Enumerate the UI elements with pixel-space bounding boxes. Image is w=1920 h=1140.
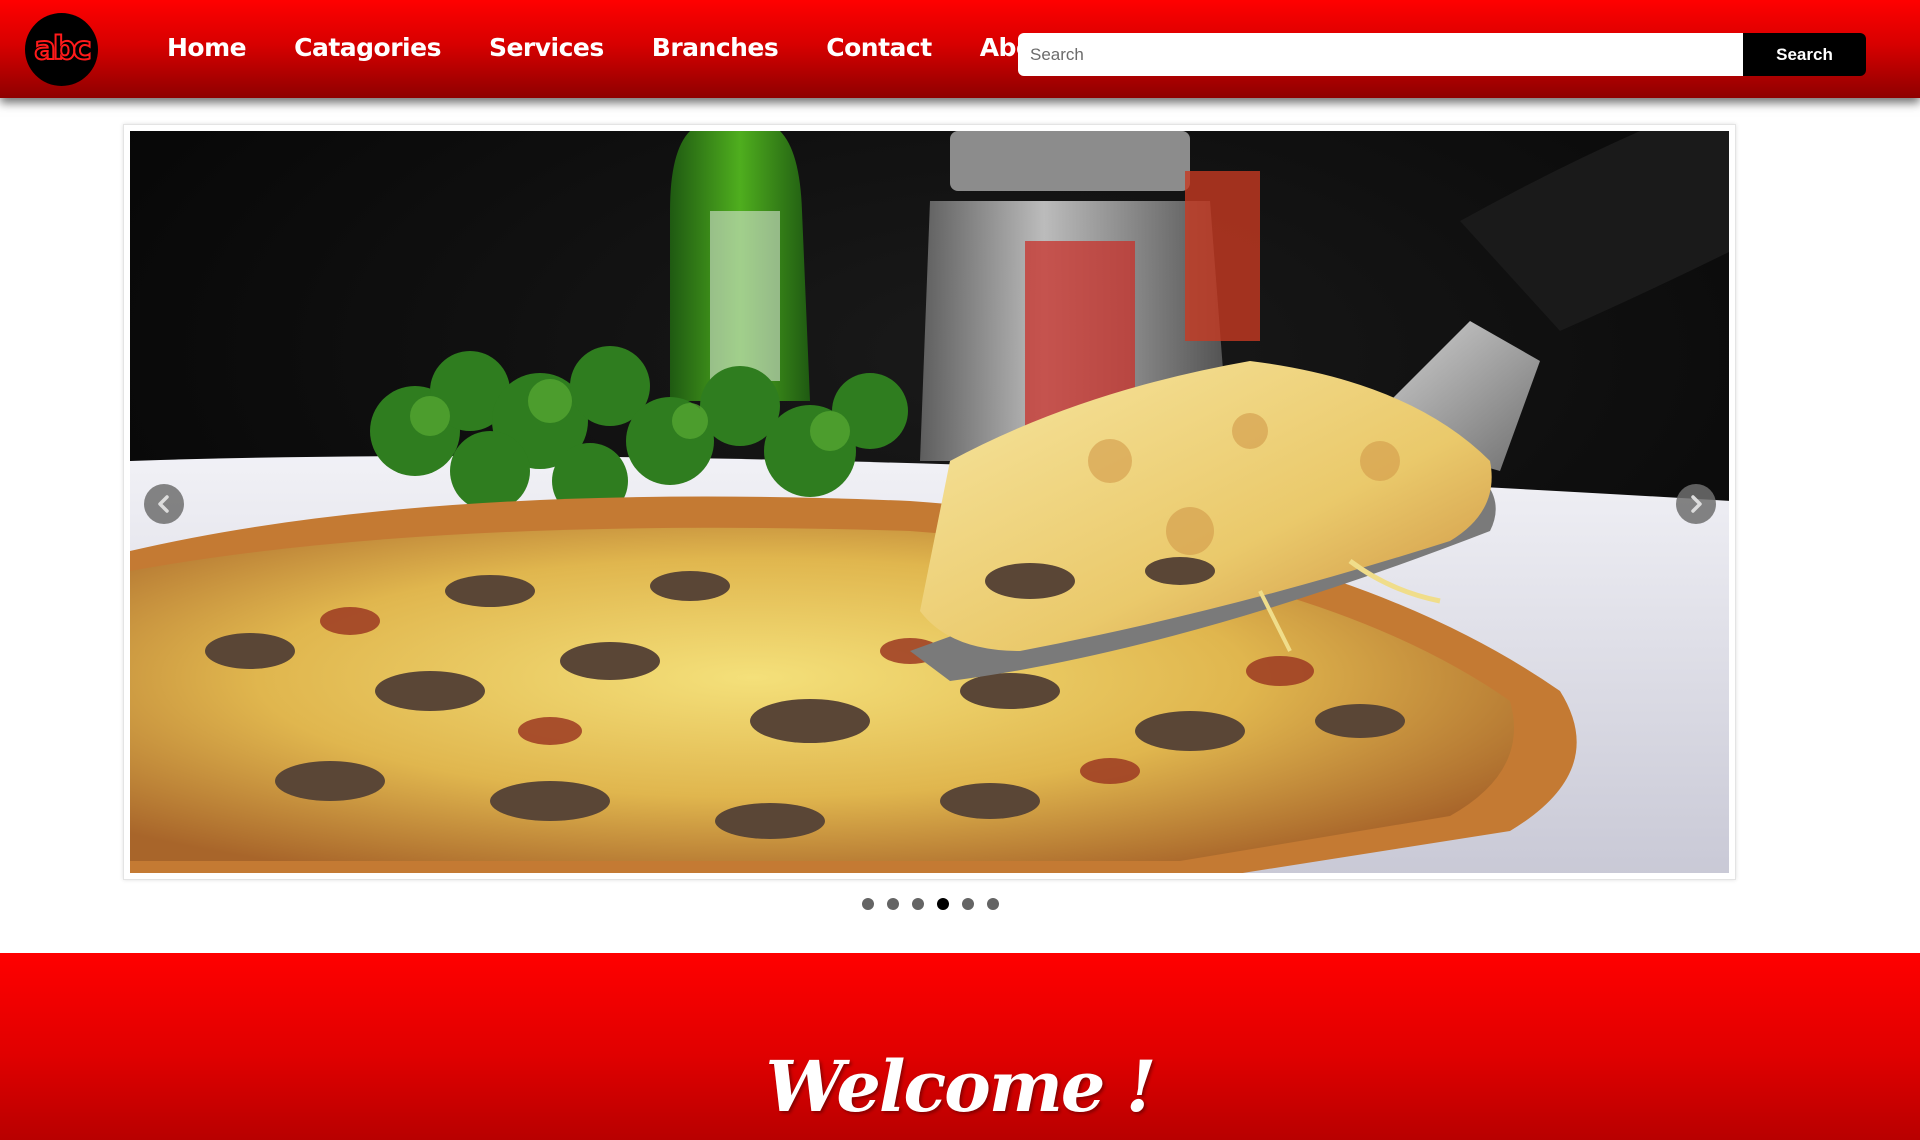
carousel-next-button[interactable] bbox=[1676, 484, 1716, 524]
carousel-indicators bbox=[862, 898, 999, 910]
search-input[interactable] bbox=[1018, 33, 1743, 76]
chevron-left-icon bbox=[158, 495, 169, 513]
nav-item-categories[interactable]: Catagories bbox=[294, 33, 441, 62]
carousel-dot-1[interactable] bbox=[862, 898, 874, 910]
welcome-title: Welcome ! bbox=[765, 1045, 1156, 1128]
carousel-dot-4[interactable] bbox=[937, 898, 949, 910]
carousel-dot-2[interactable] bbox=[887, 898, 899, 910]
carousel-dot-3[interactable] bbox=[912, 898, 924, 910]
nav-item-services[interactable]: Services bbox=[489, 33, 604, 62]
carousel-prev-button[interactable] bbox=[144, 484, 184, 524]
main-nav: Home Catagories Services Branches Contac… bbox=[167, 0, 1109, 96]
brand-logo[interactable]: abc bbox=[25, 13, 98, 86]
logo-text: abc bbox=[33, 28, 93, 67]
nav-item-home[interactable]: Home bbox=[167, 33, 247, 62]
carousel-slide bbox=[130, 131, 1729, 873]
chevron-right-icon bbox=[1691, 495, 1702, 513]
top-navbar: abc Home Catagories Services Branches Co… bbox=[0, 0, 1920, 98]
carousel-dot-6[interactable] bbox=[987, 898, 999, 910]
nav-item-branches[interactable]: Branches bbox=[652, 33, 779, 62]
search-button[interactable]: Search bbox=[1743, 33, 1866, 76]
nav-item-contact[interactable]: Contact bbox=[826, 33, 932, 62]
carousel-dot-5[interactable] bbox=[962, 898, 974, 910]
pizza-photo bbox=[130, 131, 1729, 873]
image-carousel bbox=[123, 124, 1736, 880]
